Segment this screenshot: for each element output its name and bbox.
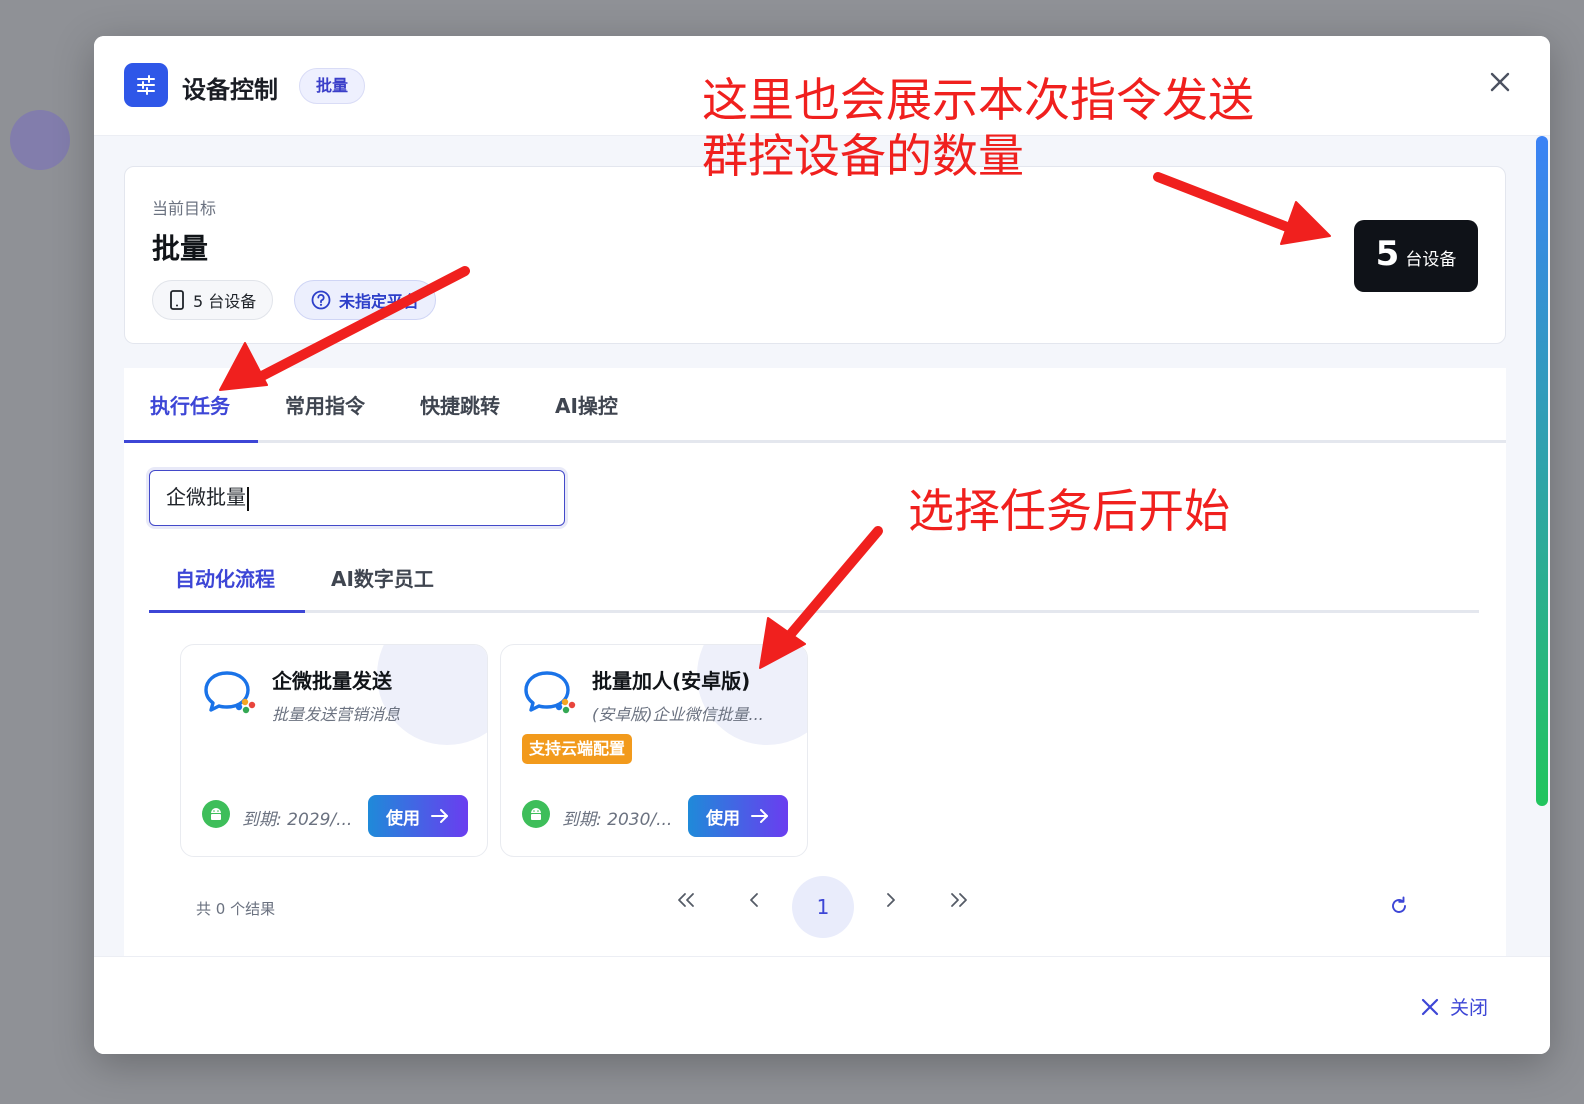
scrollbar[interactable] [1536, 136, 1548, 806]
arrow-right-icon [751, 809, 768, 823]
tab-common-commands[interactable]: 常用指令 [285, 390, 365, 419]
wecom-icon [204, 671, 256, 714]
card-description: (安卓版)企业微信批量... [592, 705, 764, 724]
card-title: 批量加人(安卓版) [592, 669, 751, 693]
card-decoration [377, 645, 487, 745]
page-number-button[interactable]: 1 [792, 876, 854, 938]
card-description: 批量发送营销消息 [272, 705, 401, 724]
annotation-text-top-line2: 群控设备的数量 [702, 129, 1024, 183]
refresh-icon[interactable] [1388, 895, 1410, 921]
card-expiry: 到期: 2030/... [562, 810, 673, 830]
arrow-right-icon [431, 809, 448, 823]
use-button-label: 使用 [706, 808, 740, 829]
close-icon[interactable] [1486, 68, 1514, 96]
first-page-icon[interactable] [666, 880, 706, 920]
device-count-number: 5 [1375, 234, 1400, 274]
next-page-icon[interactable] [871, 880, 911, 920]
annotation-text-top-line1: 这里也会展示本次指令发送 [702, 73, 1254, 127]
backdrop-blob [10, 110, 70, 170]
use-button[interactable]: 使用 [688, 795, 788, 837]
android-icon [202, 800, 230, 828]
mode-badge: 批量 [299, 68, 366, 104]
use-button[interactable]: 使用 [368, 795, 468, 837]
platform-chip: 未指定平台 [294, 280, 437, 320]
active-tab-indicator [124, 440, 258, 443]
last-page-icon[interactable] [939, 880, 979, 920]
current-target-card: 当前目标 批量 5 台设备 未指定平台 5 台设备 [124, 166, 1506, 344]
target-name: 批量 [152, 232, 209, 265]
main-tabs: 执行任务 常用指令 快捷跳转 AI操控 [124, 368, 1506, 443]
card-expiry: 到期: 2029/... [242, 810, 353, 830]
text-caret [247, 486, 249, 511]
tab-ai-control[interactable]: AI操控 [555, 390, 618, 419]
result-count: 共 0 个结果 [196, 900, 276, 918]
prev-page-icon[interactable] [734, 880, 774, 920]
phone-icon [170, 290, 184, 310]
modal-body: 当前目标 批量 5 台设备 未指定平台 5 台设备 执行任务 常用指令 快捷跳转… [94, 136, 1550, 956]
annotation-text-middle: 选择任务后开始 [908, 484, 1230, 538]
card-title: 企微批量发送 [272, 669, 392, 693]
android-icon [522, 800, 550, 828]
close-button[interactable]: 关闭 [1420, 993, 1488, 1020]
use-button-label: 使用 [386, 808, 420, 829]
task-panel: 执行任务 常用指令 快捷跳转 AI操控 企微批量 自动化流程 AI数字员工 企微… [124, 368, 1506, 956]
task-search-input[interactable]: 企微批量 [149, 470, 565, 526]
modal-footer: 关闭 [94, 956, 1550, 1054]
device-count-unit: 台设备 [1405, 250, 1457, 270]
device-count-box: 5 台设备 [1354, 220, 1478, 292]
sub-tabs: 自动化流程 AI数字员工 [149, 543, 1479, 613]
target-label: 当前目标 [152, 199, 217, 218]
device-count-chip: 5 台设备 [152, 280, 274, 320]
task-card[interactable]: 批量加人(安卓版) (安卓版)企业微信批量... 支持云端配置 到期: 2030… [500, 644, 808, 857]
question-circle-icon [311, 290, 331, 310]
cloud-config-badge: 支持云端配置 [522, 734, 633, 764]
sliders-icon [124, 63, 168, 107]
card-decoration [697, 645, 807, 745]
task-card[interactable]: 企微批量发送 批量发送营销消息 到期: 2029/... 使用 [180, 644, 488, 857]
wecom-icon [524, 671, 576, 714]
active-subtab-indicator [149, 610, 305, 613]
modal-title: 设备控制 [182, 76, 278, 104]
device-control-modal: 设备控制 批量 当前目标 批量 5 台设备 未指定平台 5 台设备 执行任务 常… [94, 36, 1550, 1054]
close-button-label: 关闭 [1449, 997, 1488, 1019]
search-input-value: 企微批量 [166, 485, 246, 509]
subtab-ai-digital-staff[interactable]: AI数字员工 [331, 563, 434, 592]
device-chip-label: 5 台设备 [193, 292, 257, 311]
platform-chip-label: 未指定平台 [339, 292, 420, 311]
close-icon [1421, 998, 1439, 1015]
tab-execute-task[interactable]: 执行任务 [150, 390, 230, 419]
subtab-automation-flow[interactable]: 自动化流程 [175, 563, 275, 592]
tab-quick-jump[interactable]: 快捷跳转 [420, 390, 500, 419]
